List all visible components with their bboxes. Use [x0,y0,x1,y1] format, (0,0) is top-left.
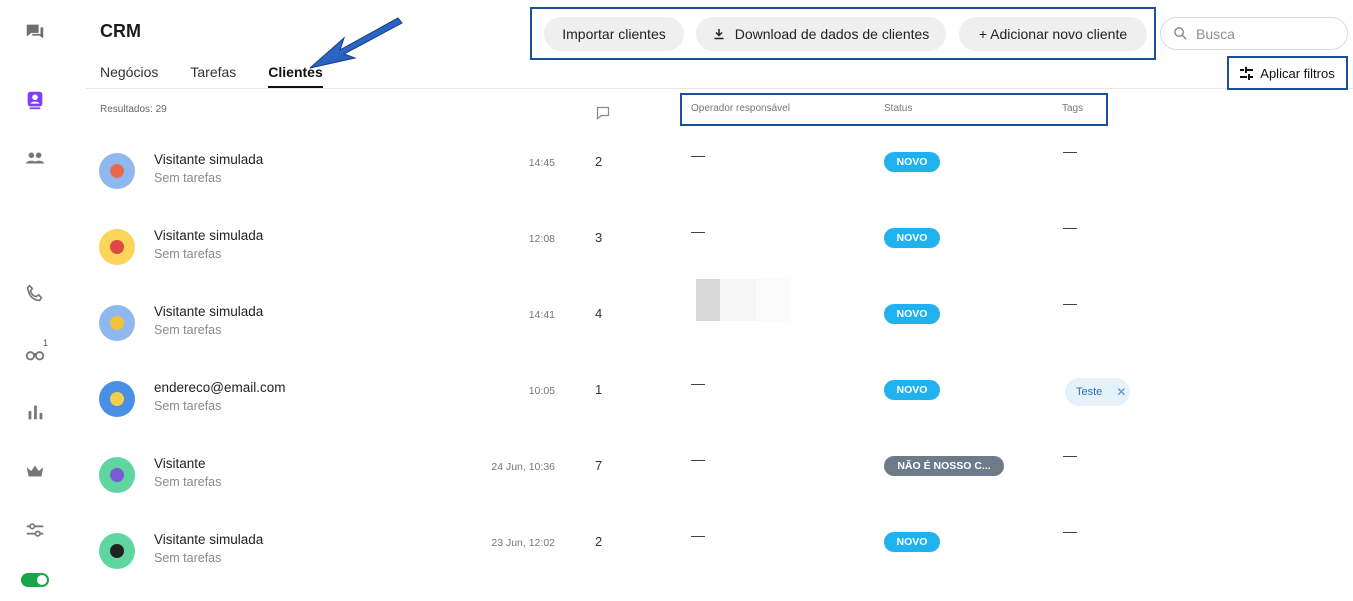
results-count: Resultados: 29 [100,104,167,115]
tags-empty: — [1063,295,1077,311]
remove-tag-icon[interactable]: ✕ [1116,385,1126,399]
message-count: 3 [595,230,603,245]
message-count: 4 [595,306,603,321]
add-client-label: + Adicionar novo cliente [978,26,1128,42]
avatar [99,229,135,265]
annotation-arrow [309,17,403,69]
operator-empty: — [691,147,705,163]
apply-filters-button[interactable]: Aplicar filtros [1227,56,1348,90]
search-box[interactable] [1160,17,1348,50]
tags-empty: — [1063,143,1077,159]
tags-empty: — [1063,447,1077,463]
client-tasks: Sem tarefas [154,323,222,337]
messages-column-icon [596,106,610,120]
column-header-tags[interactable]: Tags [1062,103,1083,114]
table-row[interactable]: endereco@email.com Sem tarefas 10:05 1 —… [86,375,1353,456]
status-badge[interactable]: NOVO [884,304,940,324]
team-icon[interactable] [22,145,48,171]
binoculars-badge: 1 [43,338,49,348]
phone-icon[interactable] [22,281,48,307]
operator-empty: — [691,223,705,239]
apply-filters-label: Aplicar filtros [1260,65,1335,81]
operator-empty: — [691,375,705,391]
message-count: 7 [595,458,603,473]
search-icon [1174,27,1187,40]
client-name: Visitante simulada [154,228,264,243]
online-status-toggle[interactable] [21,573,49,587]
client-name: Visitante simulada [154,152,264,167]
tag-chip[interactable]: Teste ✕ [1065,378,1130,406]
settings-sliders-icon[interactable] [22,517,48,543]
tab-negocios[interactable]: Negócios [100,64,158,88]
client-name: Visitante [154,456,206,471]
client-name: Visitante simulada [154,304,264,319]
status-badge[interactable]: NÃO É NOSSO C... [884,456,1004,476]
last-activity-time: 14:41 [528,309,555,321]
download-icon [714,29,724,40]
tags-empty: — [1063,523,1077,539]
client-tasks: Sem tarefas [154,171,222,185]
redacted-operator [696,279,791,321]
header-divider [86,88,1353,89]
search-input[interactable] [1196,25,1336,42]
client-tasks: Sem tarefas [154,247,222,261]
message-count: 2 [595,534,603,549]
tag-label: Teste [1076,386,1103,398]
last-activity-time: 10:05 [528,385,555,397]
operator-empty: — [691,451,705,467]
client-tasks: Sem tarefas [154,399,222,413]
column-header-operator[interactable]: Operador responsável [691,103,790,114]
avatar [99,153,135,189]
client-tasks: Sem tarefas [154,551,222,565]
filter-sliders-icon [1240,66,1254,80]
avatar [99,305,135,341]
crm-contacts-icon[interactable] [22,87,48,113]
tab-tarefas[interactable]: Tarefas [190,64,236,88]
download-clients-label: Download de dados de clientes [734,26,930,42]
table-row[interactable]: Visitante simulada Sem tarefas 23 Jun, 1… [86,523,1353,601]
last-activity-time: 12:08 [528,233,555,245]
operator-empty: — [691,527,705,543]
status-badge[interactable]: NOVO [884,532,940,552]
table-row[interactable]: Visitante Sem tarefas 24 Jun, 10:36 7 — … [86,447,1353,532]
avatar [99,457,135,493]
last-activity-time: 23 Jun, 12:02 [491,537,555,549]
last-activity-time: 14:45 [528,157,555,169]
add-client-button[interactable]: + Adicionar novo cliente [959,17,1147,51]
import-clients-button[interactable]: Importar clientes [544,17,684,51]
left-sidebar: 1 [0,0,72,601]
crown-icon[interactable] [22,458,48,484]
column-header-status[interactable]: Status [884,103,912,114]
download-clients-button[interactable]: Download de dados de clientes [696,17,946,51]
message-count: 2 [595,154,603,169]
last-activity-time: 24 Jun, 10:36 [491,461,555,473]
client-name: Visitante simulada [154,532,264,547]
page-title: CRM [100,21,141,41]
chat-icon[interactable] [22,19,48,45]
bar-chart-icon[interactable] [22,399,48,425]
message-count: 1 [595,382,603,397]
status-badge[interactable]: NOVO [884,152,940,172]
status-badge[interactable]: NOVO [884,380,940,400]
table-row[interactable]: Visitante simulada Sem tarefas 14:45 2 —… [86,143,1353,228]
table-row[interactable]: Visitante simulada Sem tarefas 14:41 4 N… [86,279,1353,380]
tags-empty: — [1063,219,1077,235]
client-name: endereco@email.com [154,380,286,395]
client-tasks: Sem tarefas [154,475,222,489]
import-clients-label: Importar clientes [562,26,666,42]
avatar [99,533,135,569]
avatar [99,381,135,417]
status-badge[interactable]: NOVO [884,228,940,248]
